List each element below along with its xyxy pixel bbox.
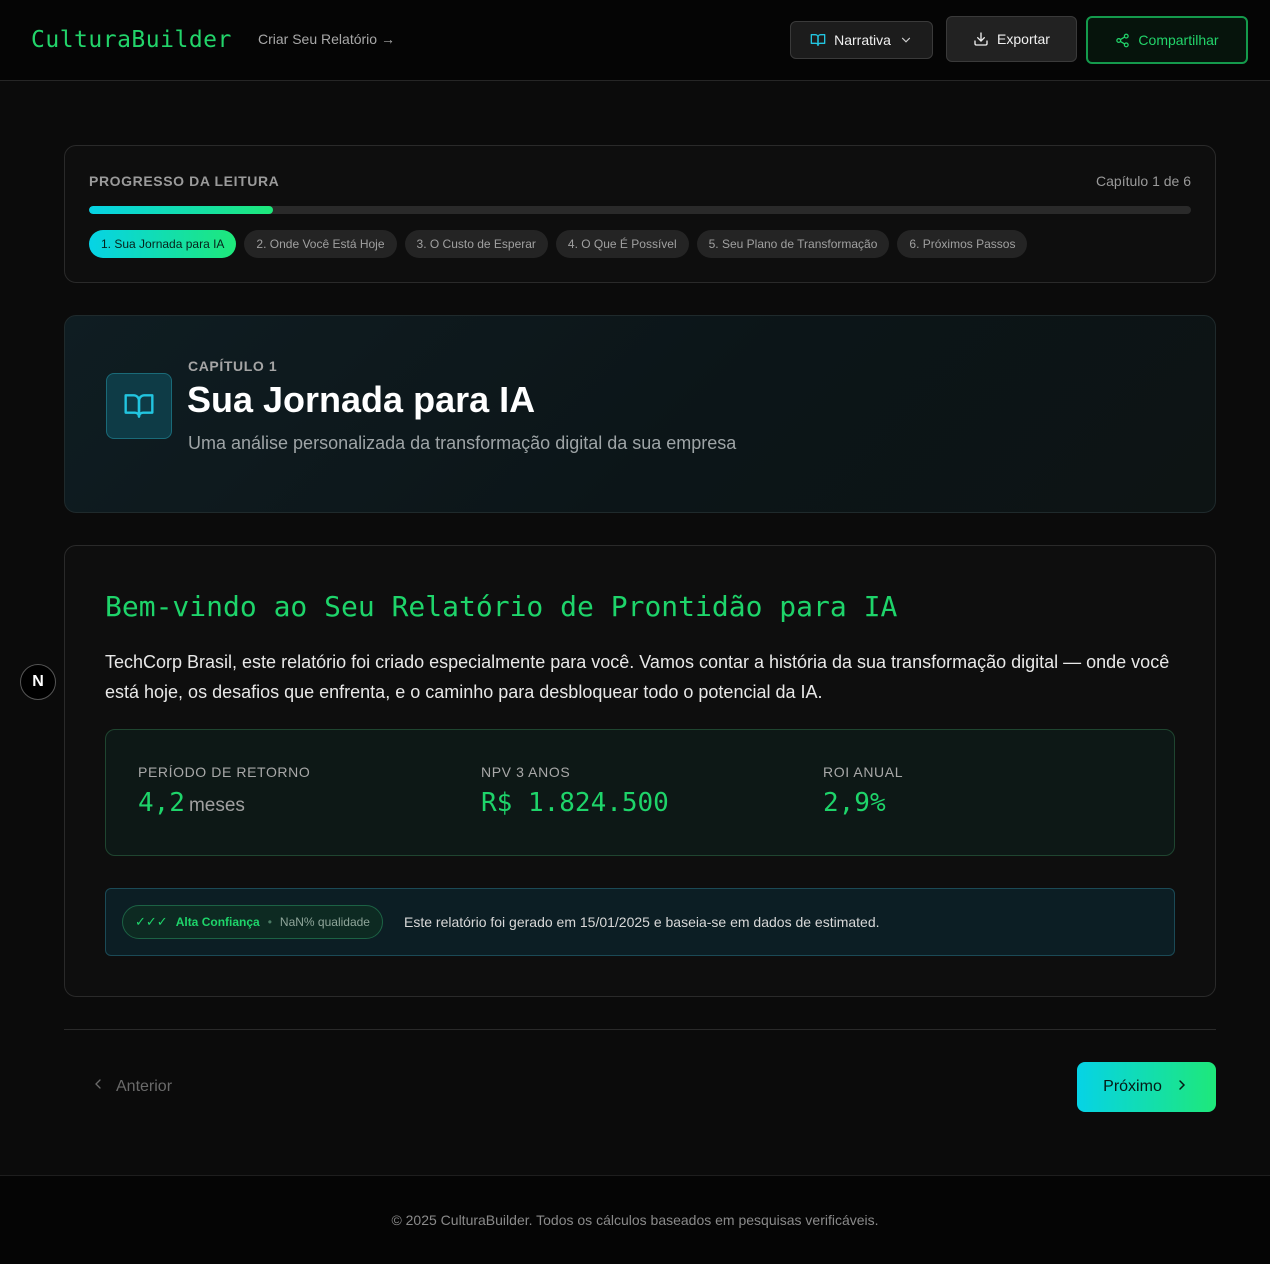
notice-text: Este relatório foi gerado em 15/01/2025 … <box>404 914 880 930</box>
chapter-tab-2[interactable]: 2. Onde Você Está Hoje <box>244 230 397 258</box>
metric-value: 2,9% <box>823 788 886 818</box>
chapter-count: Capítulo 1 de 6 <box>1096 173 1191 189</box>
metric-roi: ROI ANUAL 2,9% <box>823 764 903 818</box>
app-logo[interactable]: CulturaBuilder <box>31 27 232 53</box>
chapter-header-card: CAPÍTULO 1 Sua Jornada para IA Uma análi… <box>64 315 1216 513</box>
chapter-tab-3[interactable]: 3. O Custo de Esperar <box>404 230 548 258</box>
progress-bar-fill <box>89 206 273 214</box>
share-icon <box>1115 33 1130 48</box>
reading-progress-card: PROGRESSO DA LEITURA Capítulo 1 de 6 1. … <box>64 145 1216 283</box>
framework-badge[interactable]: N <box>20 664 56 700</box>
top-header: CulturaBuilder Criar Seu Relatório → Nar… <box>0 0 1270 81</box>
welcome-title: Bem-vindo ao Seu Relatório de Prontidão … <box>105 590 898 623</box>
data-quality-notice: ✓✓✓ Alta Confiança • NaN% qualidade Este… <box>105 888 1175 956</box>
footer-text: © 2025 CulturaBuilder. Todos os cálculos… <box>391 1212 879 1228</box>
export-label: Exportar <box>997 31 1050 47</box>
metric-unit: meses <box>188 795 245 816</box>
chapter-tab-5[interactable]: 5. Seu Plano de Transformação <box>696 230 890 258</box>
metric-value: 4,2 meses <box>138 788 310 818</box>
narrativa-label: Narrativa <box>834 32 891 48</box>
chapter-kicker: CAPÍTULO 1 <box>188 358 278 374</box>
welcome-paragraph: TechCorp Brasil, este relatório foi cria… <box>105 652 1170 702</box>
chevron-right-icon <box>1174 1077 1190 1098</box>
chapter-tab-6[interactable]: 6. Próximos Passos <box>897 230 1028 258</box>
quality-label: NaN% qualidade <box>279 915 370 929</box>
create-report-link[interactable]: Criar Seu Relatório → <box>258 31 395 47</box>
confidence-badge: ✓✓✓ Alta Confiança • NaN% qualidade <box>122 905 383 939</box>
chevron-down-icon <box>899 33 913 47</box>
metric-label: NPV 3 ANOS <box>481 764 571 780</box>
chapter-subtitle: Uma análise personalizada da transformaç… <box>188 433 737 453</box>
metric-payback: PERÍODO DE RETORNO 4,2 meses <box>138 764 310 818</box>
welcome-card: Bem-vindo ao Seu Relatório de Prontidão … <box>64 545 1216 997</box>
progress-title: PROGRESSO DA LEITURA <box>89 173 280 189</box>
metric-label: PERÍODO DE RETORNO <box>138 764 311 780</box>
export-button[interactable]: Exportar <box>946 16 1077 62</box>
metric-value: R$ 1.824.500 <box>481 788 669 818</box>
open-book-icon <box>106 373 172 439</box>
next-label: Próximo <box>1103 1078 1162 1095</box>
previous-label: Anterior <box>116 1077 173 1095</box>
chapter-tabs: 1. Sua Jornada para IA 2. Onde Você Está… <box>89 230 1028 258</box>
book-icon <box>810 32 826 48</box>
confidence-label: Alta Confiança <box>175 915 260 929</box>
narrativa-dropdown[interactable]: Narrativa <box>790 21 933 59</box>
chapter-tab-1[interactable]: 1. Sua Jornada para IA <box>89 230 237 258</box>
progress-bar <box>89 206 1191 214</box>
share-label: Compartilhar <box>1138 32 1219 48</box>
chapter-title: Sua Jornada para IA <box>187 379 536 420</box>
download-icon <box>973 31 989 47</box>
metrics-panel: PERÍODO DE RETORNO 4,2 meses NPV 3 ANOS R… <box>105 729 1175 856</box>
previous-button[interactable]: Anterior <box>90 1076 172 1097</box>
metric-npv: NPV 3 ANOS R$ 1.824.500 <box>481 764 669 818</box>
next-button[interactable]: Próximo <box>1077 1062 1216 1112</box>
check-icon: ✓✓✓ <box>135 914 168 929</box>
metric-label: ROI ANUAL <box>823 764 904 780</box>
page-footer: © 2025 CulturaBuilder. Todos os cálculos… <box>0 1175 1270 1264</box>
metric-number: 4,2 <box>138 788 185 818</box>
chapter-tab-4[interactable]: 4. O Que É Possível <box>555 230 689 258</box>
nav-divider <box>64 1029 1216 1030</box>
chevron-left-icon <box>90 1076 106 1097</box>
separator-dot: • <box>267 915 272 929</box>
share-button[interactable]: Compartilhar <box>1086 16 1248 64</box>
